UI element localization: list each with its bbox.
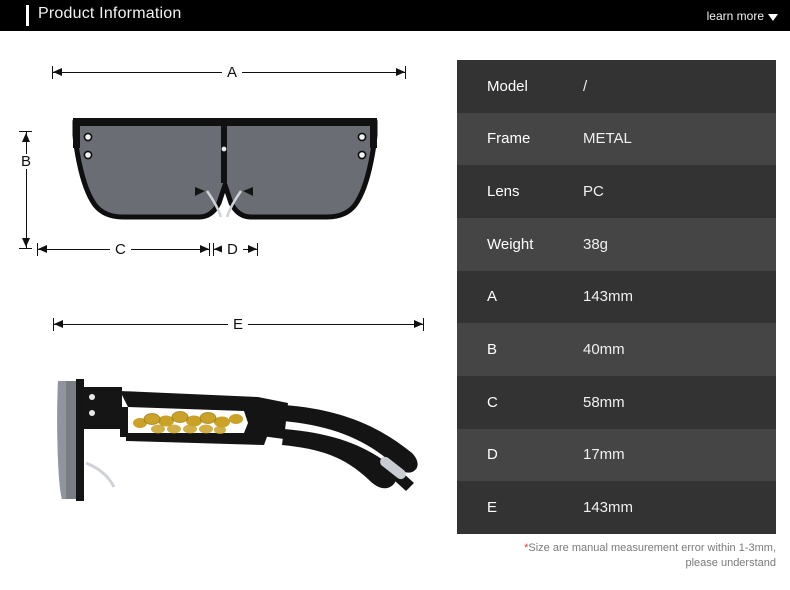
disclaimer-line-2: please understand xyxy=(685,557,776,569)
learn-more-button[interactable]: learn more xyxy=(707,9,778,23)
chain-ornament xyxy=(133,411,243,434)
sunglasses-front-view xyxy=(72,118,378,220)
spec-value: METAL xyxy=(583,130,632,148)
spec-value: 17mm xyxy=(583,446,625,464)
sunglasses-side-view xyxy=(57,379,418,501)
spec-key: C xyxy=(487,393,498,411)
spec-key: Weight xyxy=(487,235,534,253)
spec-value: 38g xyxy=(583,235,609,253)
chevron-down-icon xyxy=(768,13,778,21)
spec-value: 58mm xyxy=(583,393,625,411)
table-row: C 58mm xyxy=(457,375,776,429)
table-row: Model / xyxy=(457,60,776,113)
illustration-pane: A B C D E xyxy=(0,31,455,590)
disclaimer-line-1: Size are manual measurement error within… xyxy=(528,542,776,554)
measurement-disclaimer: *Size are manual measurement error withi… xyxy=(457,541,778,571)
product-information-header: Product Information learn more xyxy=(0,0,790,31)
header-accent-bar xyxy=(26,5,29,26)
specification-table: Model / Frame METAL Lens PC Weight 38g A… xyxy=(457,60,776,534)
spec-key: D xyxy=(487,446,498,464)
spec-value: PC xyxy=(583,183,604,201)
spec-value: / xyxy=(583,77,588,95)
dimension-e-label: E xyxy=(228,317,249,332)
table-row: Weight 38g xyxy=(457,217,776,271)
dimension-a-label: A xyxy=(222,65,243,80)
dimension-d-label: D xyxy=(222,242,243,257)
table-row: A 143mm xyxy=(457,270,776,324)
spec-key: B xyxy=(487,341,498,359)
table-row: D 17mm xyxy=(457,428,776,482)
table-row: Frame METAL xyxy=(457,112,776,166)
spec-key: E xyxy=(487,499,498,517)
dimension-c-label: C xyxy=(110,242,131,257)
table-row: Lens PC xyxy=(457,165,776,218)
spec-key: Model xyxy=(487,77,528,95)
spec-value: 40mm xyxy=(583,341,625,359)
spec-key: A xyxy=(487,288,498,306)
spec-value: 143mm xyxy=(583,499,634,517)
spec-key: Lens xyxy=(487,183,520,201)
dimension-b-label: B xyxy=(16,154,37,169)
page-title: Product Information xyxy=(38,5,182,22)
table-row: E 143mm xyxy=(457,481,776,534)
learn-more-label: learn more xyxy=(706,9,764,23)
table-row: B 40mm xyxy=(457,323,776,376)
spec-value: 143mm xyxy=(583,288,634,306)
spec-key: Frame xyxy=(487,130,531,148)
